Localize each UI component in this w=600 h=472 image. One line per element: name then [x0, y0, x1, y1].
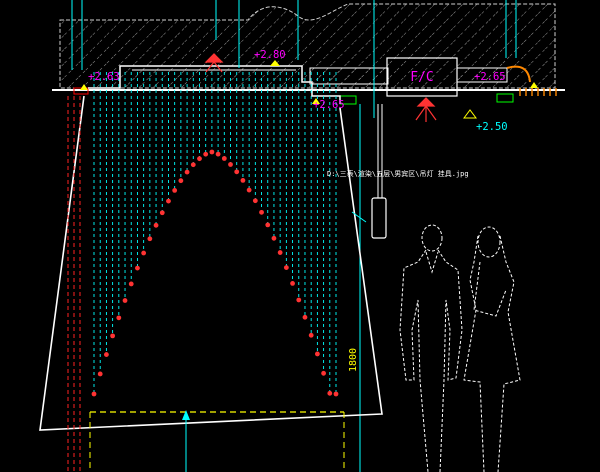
- crystal-bead: [333, 391, 339, 397]
- elevation-top-center: +2.80: [254, 49, 286, 61]
- crystal-bead: [246, 187, 252, 193]
- elevation-mid: +2.65: [313, 99, 345, 111]
- crystal-bead: [197, 156, 202, 162]
- left-strands: [67, 96, 81, 472]
- crystal-bead: [104, 352, 109, 357]
- crystal-bead: [153, 222, 159, 228]
- crystal-bead: [110, 333, 116, 339]
- crystal-bead: [128, 281, 134, 287]
- fc-label: F/C: [410, 70, 433, 85]
- crystal-bead: [277, 250, 283, 255]
- crystal-bead: [228, 162, 233, 167]
- crystal-bead: [178, 178, 184, 184]
- crystal-bead: [122, 298, 128, 303]
- crystal-bead: [290, 281, 295, 286]
- crystal-bead: [141, 250, 147, 256]
- crystal-bead: [209, 149, 215, 155]
- crystal-bead: [308, 332, 314, 338]
- elevation-marker-icon: [463, 109, 477, 119]
- crystal-bead: [172, 187, 178, 193]
- crystal-bead: [159, 210, 165, 216]
- crystal-bead: [234, 169, 240, 175]
- vent-grille: [519, 88, 557, 96]
- crystal-bead: [97, 371, 103, 377]
- crystal-bead: [321, 370, 326, 376]
- crystal-bead: [203, 151, 209, 157]
- crystal-bead: [116, 315, 122, 321]
- crystal-bead: [265, 222, 271, 228]
- crystal-bead: [91, 391, 97, 397]
- elevation-right-low: +2.50: [476, 121, 508, 133]
- crystal-bead: [259, 209, 264, 215]
- people-silhouette-icon: [399, 224, 521, 472]
- crystal-bead: [190, 162, 196, 168]
- crystal-bead: [166, 198, 171, 204]
- crystal-bead: [184, 169, 190, 175]
- crystal-bead: [147, 236, 153, 242]
- crystal-bead: [302, 314, 308, 320]
- curtain-outline: [39, 95, 383, 431]
- vertical-dimension: 1800: [348, 348, 359, 372]
- base-dashed: [89, 410, 345, 472]
- crystal-bead: [240, 177, 246, 183]
- crystal-bead: [271, 235, 277, 241]
- crystal-bead: [314, 351, 320, 357]
- crystal-bead: [296, 297, 302, 303]
- elevation-right: +2.65: [474, 71, 506, 83]
- elevation-left: +2.63: [88, 71, 120, 83]
- crystal-bead: [283, 265, 289, 270]
- image-path-label: D:\三表\渲染\五层\男宾区\吊灯 挂具.jpg: [327, 169, 469, 178]
- crystal-bead: [327, 390, 333, 396]
- crystal-bead: [252, 198, 258, 204]
- crystal-bead: [215, 151, 221, 157]
- crystal-bead: [135, 265, 140, 271]
- crystal-strands: [91, 72, 339, 397]
- cad-drawing: F/C +2.80 +2.63 +2.65 +2.65 +2.50 D:\三表\…: [39, 0, 565, 472]
- crystal-bead: [221, 156, 227, 161]
- downlight-icon: [415, 97, 437, 122]
